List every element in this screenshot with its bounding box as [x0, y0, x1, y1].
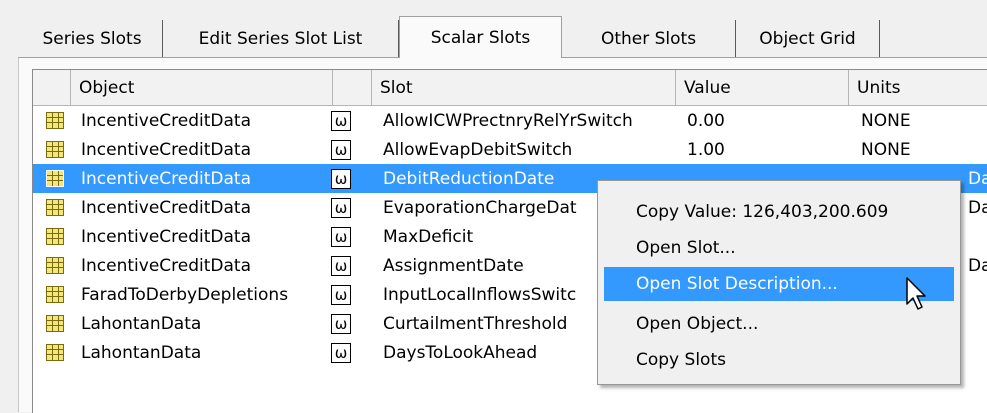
menu-item-copy-slots[interactable]: Copy Slots: [604, 343, 954, 377]
tab-object-grid[interactable]: Object Grid: [736, 20, 880, 58]
object-table-icon: [43, 106, 67, 135]
tab-label: Object Grid: [759, 29, 856, 49]
tab-label: Scalar Slots: [430, 27, 531, 48]
menu-item-open-slot-description[interactable]: Open Slot Description...: [604, 267, 954, 301]
object-table-icon: [43, 309, 67, 338]
header-object[interactable]: Object: [71, 70, 333, 105]
header-icon-column[interactable]: [33, 70, 71, 105]
slot-type-icon: ω: [331, 193, 351, 222]
value-cell[interactable]: 1.00: [687, 135, 847, 164]
object-cell: IncentiveCreditData: [81, 139, 251, 160]
object-table-icon: [43, 280, 67, 309]
slot-type-icon: ω: [331, 280, 351, 309]
slot-type-icon: ω: [331, 309, 351, 338]
menu-item-label: Open Object...: [636, 314, 759, 334]
object-cell: IncentiveCreditData: [81, 226, 251, 247]
table-row[interactable]: IncentiveCreditData ω AllowICWPrectnryRe…: [33, 106, 987, 135]
grid-header: Object Slot Value Units: [33, 70, 987, 106]
slot-type-icon: ω: [331, 338, 351, 367]
slot-type-icon: ω: [331, 164, 351, 193]
header-slot[interactable]: Slot: [372, 70, 676, 105]
header-label: Value: [684, 77, 731, 98]
menu-item-label: Copy Slots: [636, 350, 726, 370]
tab-scalar-slots[interactable]: Scalar Slots: [399, 16, 562, 58]
object-cell: LahontanData: [81, 342, 202, 363]
units-cell: NONE: [861, 110, 911, 131]
object-table-icon: [43, 193, 67, 222]
header-units[interactable]: Units: [849, 70, 987, 105]
header-label: Units: [857, 77, 901, 98]
object-cell: IncentiveCreditData: [81, 197, 251, 218]
header-label: Object: [79, 77, 135, 98]
tab-other-slots[interactable]: Other Slots: [562, 20, 736, 58]
object-cell: FaradToDerbyDepletions: [81, 284, 289, 305]
menu-item-open-slot[interactable]: Open Slot...: [604, 231, 954, 265]
object-cell: IncentiveCreditData: [81, 110, 251, 131]
header-value[interactable]: Value: [676, 70, 849, 105]
menu-item-copy-value[interactable]: Copy Value: 126,403,200.609: [604, 195, 954, 229]
units-cell: NONE: [861, 139, 911, 160]
menu-item-open-object[interactable]: Open Object...: [604, 307, 954, 341]
header-slot-type[interactable]: [333, 70, 372, 105]
tab-label: Other Slots: [600, 29, 697, 49]
slot-type-icon: ω: [331, 251, 351, 280]
slot-type-icon: ω: [331, 222, 351, 251]
object-table-icon: [43, 251, 67, 280]
menu-item-label: Open Slot Description...: [636, 274, 838, 294]
units-cell: Da: [968, 197, 987, 218]
menu-item-label: Open Slot...: [636, 238, 736, 258]
object-table-icon: [43, 338, 67, 367]
menu-item-label: Copy Value: 126,403,200.609: [636, 202, 889, 222]
slot-cell: AllowEvapDebitSwitch: [383, 139, 573, 160]
mouse-pointer-icon: [906, 277, 926, 310]
table-row[interactable]: IncentiveCreditData ω AllowEvapDebitSwit…: [33, 135, 987, 164]
header-label: Slot: [380, 77, 413, 98]
object-cell: IncentiveCreditData: [81, 168, 251, 189]
slot-cell: AllowICWPrectnryRelYrSwitch: [383, 110, 633, 131]
tab-edit-series-slot-list[interactable]: Edit Series Slot List: [163, 20, 399, 58]
object-table-icon: [43, 164, 67, 193]
value-cell[interactable]: 0.00: [687, 106, 847, 135]
units-cell: Da: [968, 255, 987, 276]
slot-type-icon: ω: [331, 106, 351, 135]
object-cell: IncentiveCreditData: [81, 255, 251, 276]
tab-series-slots[interactable]: Series Slots: [22, 20, 163, 58]
object-table-icon: [43, 135, 67, 164]
tab-label: Edit Series Slot List: [198, 29, 363, 49]
object-cell: LahontanData: [81, 313, 202, 334]
tab-label: Series Slots: [42, 29, 142, 49]
slot-type-icon: ω: [331, 135, 351, 164]
object-table-icon: [43, 222, 67, 251]
units-cell: Da: [968, 168, 987, 189]
